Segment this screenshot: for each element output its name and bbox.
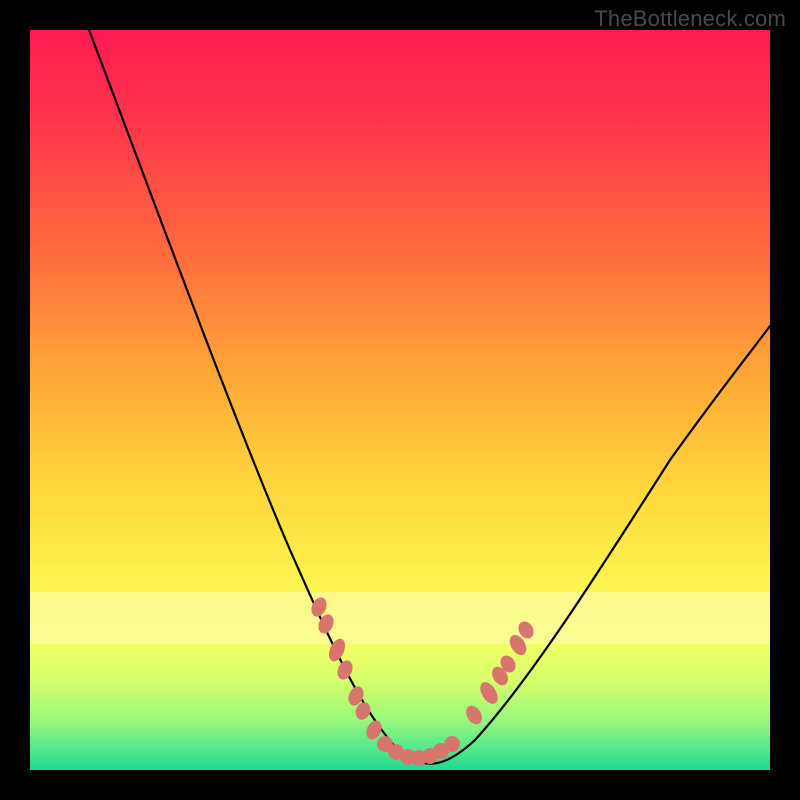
- plot-area: [30, 30, 770, 770]
- chart-frame: TheBottleneck.com: [0, 0, 800, 800]
- watermark-text: TheBottleneck.com: [594, 6, 786, 32]
- curve-layer: [30, 30, 770, 770]
- bead-group-bottom: [377, 736, 460, 766]
- bottleneck-curve: [89, 30, 770, 764]
